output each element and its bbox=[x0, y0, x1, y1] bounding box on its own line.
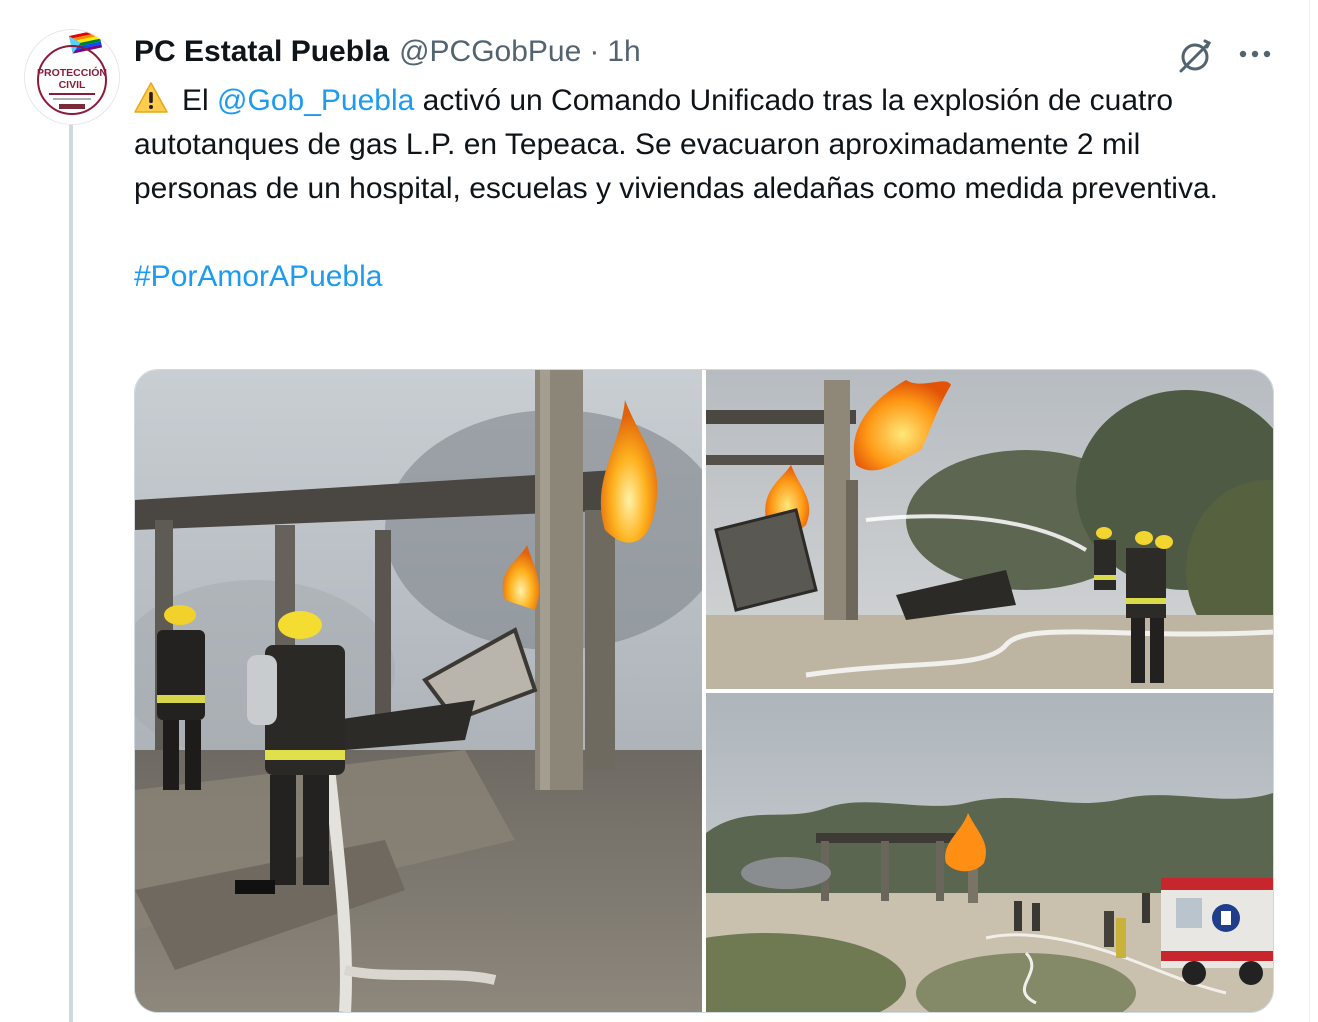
author-avatar[interactable]: PROTECCIÓN CIVIL bbox=[24, 29, 120, 125]
tweet-text: El @Gob_Puebla activó un Comando Unifica… bbox=[134, 79, 1244, 299]
author-handle[interactable]: @PCGobPue bbox=[399, 35, 581, 69]
grok-icon bbox=[1179, 39, 1212, 73]
more-icon bbox=[1239, 50, 1271, 58]
tweet-view: PROTECCIÓN CIVIL PC Estatal Puebla @PCGo… bbox=[0, 0, 1318, 1022]
avatar-text-1: PROTECCIÓN bbox=[37, 66, 107, 79]
thread-line bbox=[69, 125, 73, 1022]
photo-3[interactable] bbox=[706, 693, 1273, 1012]
photo-1[interactable] bbox=[135, 370, 702, 1012]
tweet-body: El @Gob_Puebla activó un Comando Unifica… bbox=[134, 79, 1244, 211]
tweet-timestamp[interactable]: 1h bbox=[607, 35, 640, 69]
mention-link[interactable]: @Gob_Puebla bbox=[217, 84, 414, 117]
more-options-button[interactable] bbox=[1232, 34, 1278, 74]
photo-2[interactable] bbox=[706, 370, 1273, 689]
warning-icon bbox=[134, 82, 168, 113]
avatar-text-2: CIVIL bbox=[59, 79, 86, 91]
avatar-logo: PROTECCIÓN CIVIL bbox=[25, 30, 119, 124]
photo-2-image bbox=[706, 370, 1273, 689]
separator-dot: · bbox=[589, 35, 600, 68]
author-display-name[interactable]: PC Estatal Puebla bbox=[134, 35, 389, 69]
hashtag-paragraph: #PorAmorAPuebla bbox=[134, 255, 1244, 299]
tweet-header: PC Estatal Puebla @PCGobPue · 1h bbox=[134, 32, 641, 72]
tweet-prefix: El bbox=[182, 84, 209, 117]
grok-button[interactable] bbox=[1172, 34, 1218, 78]
column-border bbox=[1309, 0, 1310, 1022]
photo-3-image bbox=[706, 693, 1273, 1012]
media-grid bbox=[134, 369, 1274, 1013]
hashtag-link[interactable]: #PorAmorAPuebla bbox=[134, 260, 382, 293]
photo-1-image bbox=[135, 370, 702, 1012]
